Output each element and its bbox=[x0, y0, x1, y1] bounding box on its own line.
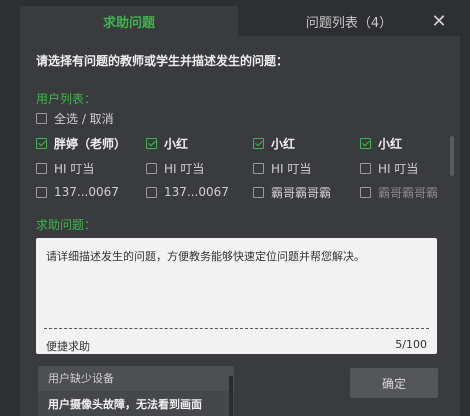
user-name: 霸哥霸哥霸 bbox=[378, 185, 439, 200]
user-list-scrollbar[interactable] bbox=[450, 136, 454, 176]
dropdown-item[interactable]: 用户摄像头故障，无法看到画面 bbox=[38, 394, 234, 416]
checked-icon bbox=[253, 137, 264, 149]
user-checkbox[interactable]: 霸哥霸哥霸 bbox=[360, 183, 438, 201]
user-row: HI 叮当 HI 叮当 HI 叮当 HI 叮当 bbox=[36, 159, 446, 177]
checkbox-icon bbox=[253, 186, 264, 198]
user-checkbox[interactable]: 137...0067 bbox=[146, 183, 229, 201]
checkbox-icon bbox=[36, 186, 47, 198]
checkbox-icon bbox=[360, 162, 371, 174]
dropdown-item[interactable]: 用户缺少设备 bbox=[38, 366, 234, 391]
checkbox-icon bbox=[360, 186, 371, 198]
user-name: 小红 bbox=[164, 136, 189, 151]
select-all-row: 全选 / 取消 bbox=[36, 109, 446, 127]
user-name: 小红 bbox=[378, 136, 403, 151]
user-name: 小红 bbox=[271, 136, 296, 151]
problem-description-text: 请详细描述发生的问题，方便教务能够快速定位问题并帮您解决。 bbox=[46, 250, 365, 263]
user-row: 137...0067 137...0067 霸哥霸哥霸 霸哥霸哥霸 bbox=[36, 183, 446, 201]
user-checkbox[interactable]: HI 叮当 bbox=[146, 159, 204, 177]
tab-question-list[interactable]: 问题列表（4） bbox=[238, 6, 460, 36]
quick-help-button[interactable]: 便捷求助 bbox=[46, 338, 90, 354]
user-row: 胖婷（老师） 小红 小红 小红 bbox=[36, 134, 446, 152]
select-all-label: 全选 / 取消 bbox=[54, 111, 114, 126]
instruction-text: 请选择有问题的教师或学生并描述发生的问题： bbox=[36, 54, 289, 68]
user-name: HI 叮当 bbox=[54, 161, 95, 176]
user-checkbox[interactable]: 小红 bbox=[146, 134, 188, 152]
user-name: 胖婷（老师） bbox=[54, 136, 127, 151]
user-checkbox[interactable]: 137...0067 bbox=[36, 183, 119, 201]
help-panel: 请选择有问题的教师或学生并描述发生的问题： 用户列表： 全选 / 取消 胖婷（老… bbox=[20, 36, 460, 416]
checkbox-icon bbox=[146, 186, 157, 198]
tab-help-question[interactable]: 求助问题 bbox=[20, 6, 238, 36]
user-name: HI 叮当 bbox=[378, 161, 419, 176]
divider bbox=[44, 328, 429, 329]
checkbox-icon bbox=[146, 162, 157, 174]
user-checkbox[interactable]: 胖婷（老师） bbox=[36, 134, 126, 152]
close-icon[interactable]: ✕ bbox=[428, 11, 450, 33]
problem-description-field[interactable]: 请详细描述发生的问题，方便教务能够快速定位问题并帮您解决。 便捷求助 5/100 bbox=[36, 238, 437, 354]
checked-icon bbox=[360, 137, 371, 149]
confirm-button[interactable]: 确定 bbox=[350, 368, 438, 398]
checkbox-icon bbox=[36, 162, 47, 174]
tab-bar: 求助问题 问题列表（4） bbox=[20, 6, 460, 36]
help-question-label: 求助问题： bbox=[36, 218, 97, 232]
user-list-label: 用户列表： bbox=[36, 92, 97, 106]
checkbox-icon bbox=[253, 162, 264, 174]
select-all-checkbox[interactable]: 全选 / 取消 bbox=[36, 109, 114, 127]
user-name: 137...0067 bbox=[54, 185, 119, 199]
user-name: HI 叮当 bbox=[271, 161, 312, 176]
user-name: HI 叮当 bbox=[164, 161, 205, 176]
user-checkbox[interactable]: HI 叮当 bbox=[360, 159, 418, 177]
user-checkbox[interactable]: HI 叮当 bbox=[36, 159, 94, 177]
user-checkbox[interactable]: HI 叮当 bbox=[253, 159, 311, 177]
dropdown-scrollbar[interactable] bbox=[229, 376, 233, 416]
user-name: 霸哥霸哥霸 bbox=[271, 185, 332, 200]
checkbox-icon bbox=[36, 112, 47, 124]
char-count: 5/100 bbox=[395, 338, 427, 351]
quick-help-dropdown: 用户缺少设备 用户摄像头故障，无法看到画面 bbox=[38, 366, 234, 416]
user-name: 137...0067 bbox=[164, 185, 229, 199]
user-checkbox[interactable]: 小红 bbox=[253, 134, 295, 152]
user-checkbox[interactable]: 小红 bbox=[360, 134, 402, 152]
checked-icon bbox=[146, 137, 157, 149]
checked-icon bbox=[36, 137, 47, 149]
user-checkbox[interactable]: 霸哥霸哥霸 bbox=[253, 183, 331, 201]
